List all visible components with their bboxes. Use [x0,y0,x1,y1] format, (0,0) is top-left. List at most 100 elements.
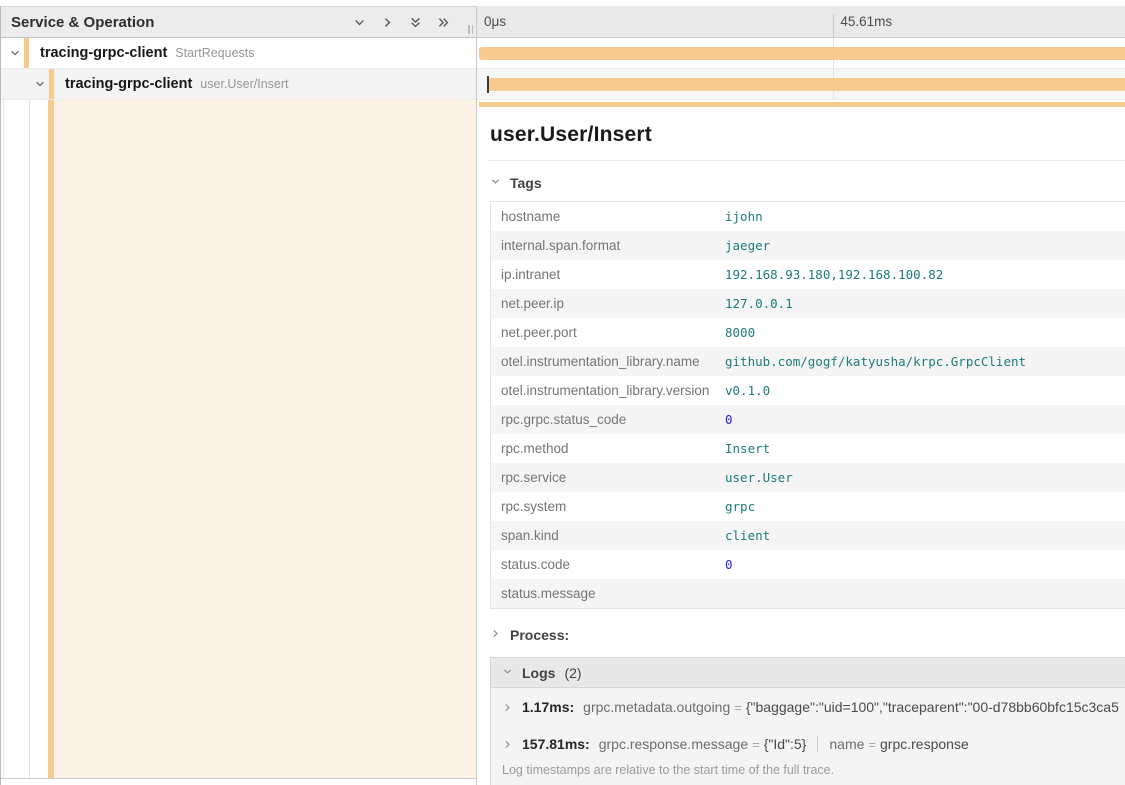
tag-key: otel.instrumentation_library.version [491,383,725,398]
tag-value: Insert [725,441,770,456]
tags-table: hostnameijohn internal.span.formatjaeger… [490,201,1125,609]
operation-name: StartRequests [175,46,254,60]
operation-name: user.User/Insert [200,77,288,91]
tag-value: client [725,528,770,543]
tag-row: otel.instrumentation_library.versionv0.1… [491,376,1125,405]
chevron-right-icon [490,626,501,644]
logs-count: (2) [564,665,581,681]
tag-value: grpc [725,499,755,514]
tag-row: internal.span.formatjaeger [491,231,1125,260]
logs-section-toggle[interactable]: Logs (2) [491,658,1125,688]
service-operation-panel: Service & Operation [0,6,477,785]
span-tree-row-user-insert[interactable]: tracing-grpc-client user.User/Insert [1,69,476,100]
tag-row: net.peer.port8000 [491,318,1125,347]
tags-section-toggle[interactable]: Tags [490,174,1125,192]
span-bar-user-insert[interactable] [488,78,1125,91]
column-resizer-handle[interactable] [468,25,473,34]
tag-key: ip.intranet [491,267,725,282]
tag-value: jaeger [725,238,770,253]
timeline-panel: 0μs 45.61ms user.User/Insert [477,6,1125,785]
tree-toolbar [353,16,450,29]
tag-row: span.kindclient [491,521,1125,550]
log-field: grpc.metadata.outgoing = {"baggage":"uid=1… [583,699,1119,715]
tag-row: rpc.systemgrpc [491,492,1125,521]
log-field-value: {"Id":5} [764,736,807,752]
log-timestamp: 1.17ms: [522,699,574,715]
detail-divider [487,160,1125,161]
log-field: grpc.response.message={"Id":5} [599,736,807,752]
service-name: tracing-grpc-client [40,45,167,61]
double-chevron-down-icon[interactable] [409,16,422,29]
chevron-down-icon [490,174,501,192]
tag-key: status.code [491,557,725,572]
tag-value: 127.0.0.1 [725,296,793,311]
equals-sign: = [868,737,876,752]
tag-row: net.peer.ip127.0.0.1 [491,289,1125,318]
log-field-value: {"baggage":"uid=100","traceparent":"00-d… [746,699,1119,715]
timeline-ruler: 0μs 45.61ms [477,6,1125,38]
double-chevron-right-icon[interactable] [437,16,450,29]
tag-value: v0.1.0 [725,383,770,398]
chevron-down-icon[interactable] [353,16,366,29]
span-bar-start-requests[interactable] [479,47,1125,60]
log-field: name = grpc.response [829,736,968,752]
tag-row: otel.instrumentation_library.namegithub.… [491,347,1125,376]
tag-key: hostname [491,209,725,224]
tag-key: otel.instrumentation_library.name [491,354,725,369]
log-field-value: grpc.response [880,736,969,752]
span-tree-row-start-requests[interactable]: tracing-grpc-client StartRequests [1,38,476,69]
logs-footer-note: Log timestamps are relative to the start… [491,762,1125,785]
collapse-chevron-icon[interactable] [9,47,21,59]
tag-key: net.peer.ip [491,296,725,311]
tag-row: hostnameijohn [491,202,1125,231]
equals-sign: = [752,737,760,752]
tags-section-label: Tags [510,175,542,191]
span-detail-panel: user.User/Insert Tags hostnameijohn inte… [477,109,1125,785]
tag-value: 192.168.93.180,192.168.100.82 [725,267,943,282]
selected-span-mini-bar-row [477,100,1125,109]
log-field-key: name [829,736,864,752]
log-timestamp: 157.81ms: [522,736,590,752]
process-section-toggle[interactable]: Process: [490,626,1125,644]
tag-key: rpc.service [491,470,725,485]
service-operation-header: Service & Operation [1,6,476,38]
log-entry[interactable]: 157.81ms: grpc.response.message={"Id":5}… [491,725,1125,762]
indent-guide [3,100,4,778]
tag-row: status.code0 [491,550,1125,579]
chevron-right-icon [502,739,513,750]
trace-timeline-view: Service & Operation [0,0,1125,785]
tag-value: 0 [725,412,733,427]
selected-span-highlight [54,100,476,778]
equals-sign: = [734,700,742,715]
tag-value: user.User [725,470,793,485]
collapse-chevron-icon[interactable] [34,78,46,90]
chevron-right-icon[interactable] [381,16,394,29]
tag-key: status.message [491,586,725,601]
tag-row: ip.intranet192.168.93.180,192.168.100.82 [491,260,1125,289]
tag-key: net.peer.port [491,325,725,340]
service-name: tracing-grpc-client [65,76,192,92]
chevron-right-icon [502,702,513,713]
logs-section-label: Logs [522,665,555,681]
timeline-row-user-insert [477,69,1125,100]
chevron-down-icon [502,664,513,682]
tag-key: internal.span.format [491,238,725,253]
panel-title: Service & Operation [11,14,353,31]
ruler-tick-mid: 45.61ms [833,14,892,38]
tag-value: github.com/gogf/katyusha/krpc.GrpcClient [725,354,1026,369]
tag-row: rpc.serviceuser.User [491,463,1125,492]
log-entry[interactable]: 1.17ms: grpc.metadata.outgoing = {"baggage… [491,688,1125,725]
selected-span-mini-bar[interactable] [479,102,1125,107]
tag-value: 8000 [725,325,755,340]
span-detail-title: user.User/Insert [490,123,1125,147]
expanded-span-left-gutter [1,100,476,779]
tag-value: 0 [725,557,733,572]
log-field-key: grpc.metadata.outgoing [583,699,730,715]
tag-key: rpc.method [491,441,725,456]
ruler-tick-start: 0μs [484,14,506,29]
span-start-tick [487,76,489,93]
indent-guide [29,100,30,778]
timeline-row-start-requests [477,38,1125,69]
tag-key: rpc.system [491,499,725,514]
process-section-label: Process: [510,627,569,643]
